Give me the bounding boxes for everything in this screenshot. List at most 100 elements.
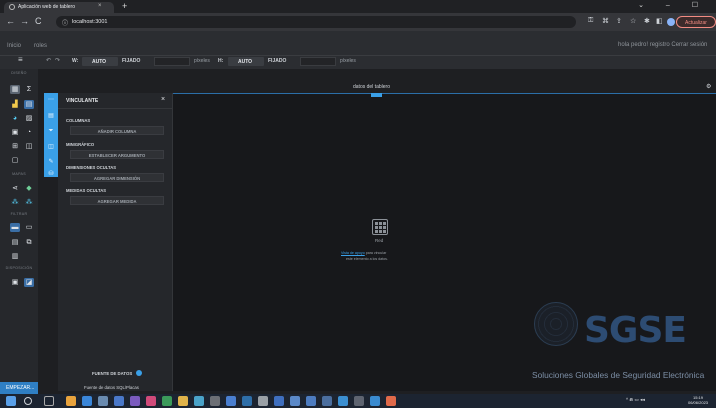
- bar-chart-icon[interactable]: ▟: [10, 100, 20, 109]
- pivot-icon[interactable]: ⊞: [10, 142, 20, 151]
- close-tab-icon[interactable]: ×: [98, 3, 102, 9]
- height-fixed-button[interactable]: FIJADO: [268, 58, 286, 64]
- reload-button[interactable]: C: [35, 16, 42, 26]
- text-box-icon[interactable]: ▢: [10, 156, 20, 165]
- date-filter-icon[interactable]: ⧉: [24, 238, 34, 247]
- share-icon[interactable]: ⇪: [616, 17, 622, 25]
- app-icon-18[interactable]: [338, 396, 348, 406]
- app-icon-1[interactable]: [66, 396, 76, 406]
- height-pixels-input[interactable]: [300, 57, 336, 66]
- task-view-icon[interactable]: [44, 396, 54, 406]
- data-icon[interactable]: ⛁: [47, 170, 55, 178]
- new-tab-button[interactable]: +: [122, 1, 127, 11]
- tab-container-icon[interactable]: ◪: [24, 278, 34, 287]
- app-icon-15[interactable]: [290, 396, 300, 406]
- nav-inicio[interactable]: Inicio: [7, 43, 21, 49]
- key-icon[interactable]: ⚿: [588, 17, 593, 25]
- pie-chart-icon[interactable]: ◕: [10, 114, 20, 123]
- dots-icon[interactable]: ⋯: [47, 96, 55, 104]
- start-button[interactable]: EMPEZAR...: [0, 382, 38, 394]
- menu-icon[interactable]: ≡: [18, 55, 23, 64]
- list-box-icon[interactable]: ▭: [24, 223, 34, 232]
- app-icon-11[interactable]: [226, 396, 236, 406]
- app-icon-6[interactable]: [146, 396, 156, 406]
- extensions-icon[interactable]: ✱: [644, 17, 650, 25]
- app-icon-17[interactable]: [322, 396, 332, 406]
- card-icon[interactable]: ▣: [10, 128, 20, 137]
- width-label: W:: [72, 58, 79, 64]
- app-icon-16[interactable]: [306, 396, 316, 406]
- update-button[interactable]: Actualizar: [676, 16, 716, 28]
- forward-button[interactable]: →: [20, 16, 29, 26]
- set-argument-button[interactable]: ESTABLECER ARGUMENTO: [70, 150, 164, 159]
- width-auto-button[interactable]: AUTO: [82, 57, 118, 66]
- app-icon-20[interactable]: [370, 396, 380, 406]
- star-icon[interactable]: ☆: [630, 17, 636, 25]
- back-button[interactable]: ←: [6, 16, 15, 26]
- gauge-icon[interactable]: ◔: [24, 128, 34, 137]
- width-fixed-button[interactable]: FIJADO: [122, 58, 140, 64]
- selected-item-marker[interactable]: [371, 93, 382, 97]
- tab-title: Aplicación web de tablero: [18, 4, 75, 10]
- app-icon-21[interactable]: [386, 396, 396, 406]
- add-column-button[interactable]: AÑADIR COLUMNA: [70, 126, 164, 135]
- table-icon[interactable]: ▤: [24, 100, 34, 109]
- app-icon-2[interactable]: [82, 396, 92, 406]
- url-field[interactable]: ⓘ localhost:3001: [56, 16, 576, 28]
- start-icon[interactable]: [6, 396, 16, 406]
- window-controls[interactable]: ⌄ – ☐: [638, 1, 708, 9]
- app-icon-8[interactable]: [178, 396, 188, 406]
- close-icon[interactable]: ×: [161, 96, 165, 103]
- browser-tab[interactable]: Aplicación web de tablero ×: [4, 2, 114, 13]
- app-icon-14[interactable]: [274, 396, 284, 406]
- data-source-value[interactable]: Fuente de datos SQL/Placas: [84, 385, 139, 390]
- picture-icon[interactable]: ▨: [24, 114, 34, 123]
- undo-icon[interactable]: ↶: [46, 57, 51, 64]
- section-hidden-dimensions-label: DIMENSIONES OCULTAS: [66, 165, 117, 170]
- panel-divider: [58, 108, 173, 109]
- range-filter-icon[interactable]: ▥: [10, 252, 20, 261]
- binding-help-link[interactable]: Vista de apoyo: [341, 251, 365, 255]
- height-auto-button[interactable]: AUTO: [228, 57, 264, 66]
- info-icon[interactable]: ⓘ: [62, 18, 68, 27]
- app-icon-7[interactable]: [162, 396, 172, 406]
- sidebar-icon[interactable]: ◧: [656, 17, 663, 25]
- nav-roles[interactable]: roles: [34, 43, 47, 49]
- group-icon[interactable]: ▣: [10, 278, 20, 287]
- system-tray[interactable]: ^ ⋒ ▭ ◂◂: [626, 397, 645, 403]
- table-icon[interactable]: ▤: [47, 112, 55, 120]
- wrench-icon[interactable]: ✎: [47, 158, 55, 166]
- chart-type-icon[interactable]: ◫: [47, 143, 55, 151]
- add-measure-button[interactable]: AGREGAR MEDIDA: [70, 196, 164, 205]
- filter-icon[interactable]: ⏷: [47, 127, 55, 135]
- app-icon-4[interactable]: [114, 396, 124, 406]
- pie-map-icon[interactable]: ⁂: [24, 198, 34, 207]
- profile-avatar[interactable]: [667, 18, 675, 26]
- data-source-badge[interactable]: [136, 370, 142, 376]
- width-pixels-input[interactable]: [154, 57, 190, 66]
- app-icon-19[interactable]: [354, 396, 364, 406]
- chart-icon[interactable]: ◫: [24, 142, 34, 151]
- bubble-map-icon[interactable]: ⁂: [10, 198, 20, 207]
- user-nav[interactable]: hola pedro! registro Cerrar sesión: [618, 42, 707, 48]
- app-icon-5[interactable]: [130, 396, 140, 406]
- redo-icon[interactable]: ↷: [55, 57, 60, 64]
- search-icon[interactable]: [24, 397, 32, 405]
- app-icon-12[interactable]: [242, 396, 252, 406]
- clock[interactable]: 15:19 06/06/2023: [688, 395, 708, 405]
- translate-icon[interactable]: ⌘: [602, 17, 609, 25]
- tree-view-icon[interactable]: ▤: [10, 238, 20, 247]
- sum-icon[interactable]: Σ: [24, 85, 34, 94]
- add-dimension-button[interactable]: AGREGAR DIMENSIÓN: [70, 173, 164, 182]
- app-icon-10[interactable]: [210, 396, 220, 406]
- rail-section-disposicion: DISPOSICIÓN: [5, 266, 33, 270]
- dashboard-title[interactable]: datos del tablero: [353, 84, 390, 90]
- combo-box-icon[interactable]: ▬: [10, 223, 20, 232]
- app-icon-9[interactable]: [194, 396, 204, 406]
- app-icon-3[interactable]: [98, 396, 108, 406]
- app-icon-13[interactable]: [258, 396, 268, 406]
- map-pin-icon[interactable]: ⋖: [10, 184, 20, 193]
- geo-map-icon[interactable]: ◆: [24, 184, 34, 193]
- settings-icon[interactable]: ⚙: [706, 83, 711, 90]
- grid-icon[interactable]: ▦: [10, 85, 20, 94]
